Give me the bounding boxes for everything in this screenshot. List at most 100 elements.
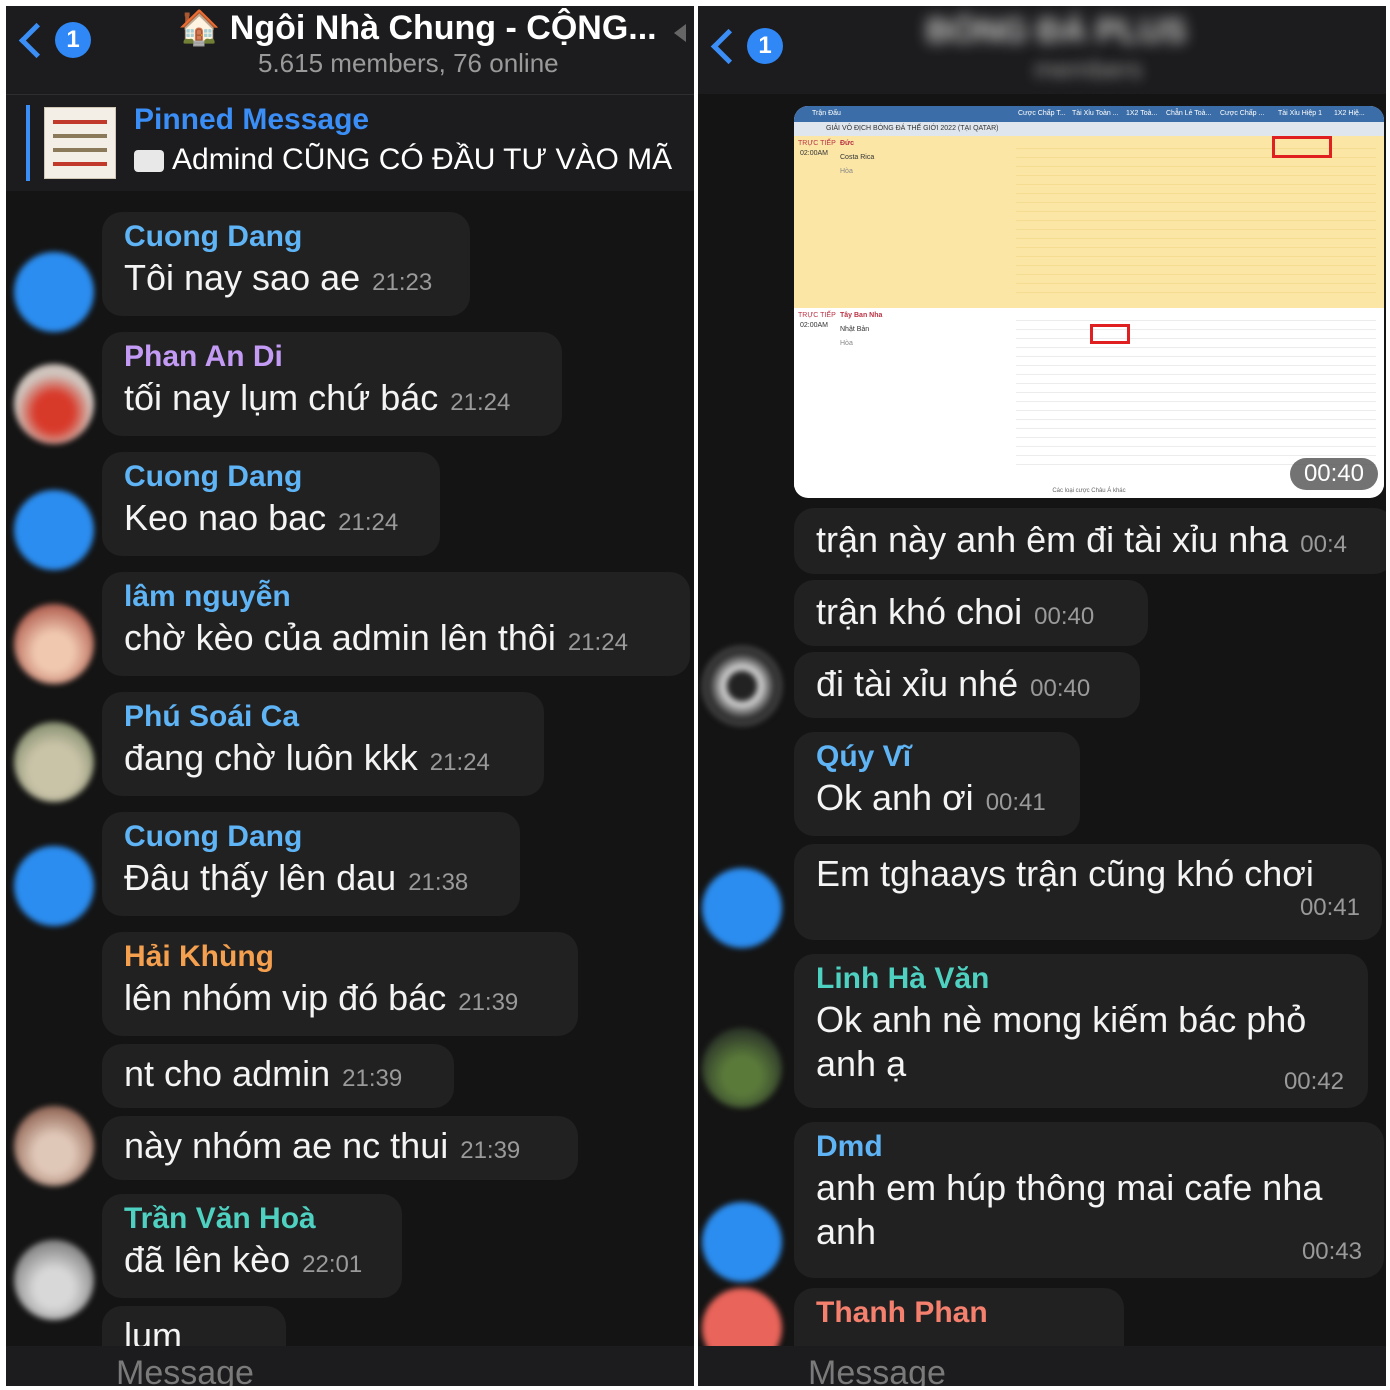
chat-header: 1 🏠 Ngôi Nhà Chung - CỘNG... 5.615 membe… [6,6,694,94]
message-time: 00:40 [1030,675,1091,702]
pinned-indicator [26,105,30,181]
avatar[interactable] [14,364,94,444]
shared-image[interactable]: Trận Đấu Cược Chấp T... Tài Xỉu Toàn ...… [794,106,1384,498]
sender-name[interactable]: lâm nguyễn [124,580,668,614]
chat-header: 1 BÓNG ĐÁ PLUS members [698,6,1386,94]
avatar[interactable] [14,846,94,926]
message-time: 21:39 [458,989,519,1016]
message-text: đi tài xỉu nhé [816,663,1019,704]
message-time: 21:23 [372,269,433,296]
sender-name[interactable]: Cuong Dang [124,460,418,494]
message-time: 21:39 [342,1065,403,1092]
message-time: 00:4 [1300,531,1348,558]
sender-name[interactable]: Phú Soái Ca [124,700,522,734]
message-bubble[interactable]: Hải Khùng lên nhóm vip đó bác 21:39 [102,932,578,1036]
message-input[interactable]: Message [116,1354,254,1386]
chat-subtitle: members [1034,54,1143,84]
unread-badge: 1 [55,22,91,58]
chat-subtitle: 5.615 members, 76 online [258,48,559,78]
pinned-text: Admind CŨNG CÓ ĐẦU TƯ VÀO MÃ [134,143,672,177]
avatar[interactable] [702,1028,782,1108]
avatar[interactable] [702,646,782,726]
sender-name[interactable]: Dmd [816,1130,1362,1164]
chevron-left-icon [710,28,747,64]
message-text: Tôi nay sao ae [124,257,361,298]
message-time: 21:24 [450,389,511,416]
message-time: 21:24 [429,749,490,776]
message-text: này nhóm ae nc thui [124,1125,449,1166]
avatar[interactable] [14,1106,94,1186]
message-text: trận này anh êm đi tài xỉu nha [816,519,1289,560]
message-text: anh em húp thông mai cafe nha anh [816,1167,1323,1252]
message-input[interactable]: Message [808,1354,946,1386]
odds-table-footer: Các loại cược Châu Á khác [1052,488,1126,494]
message-text: đang chờ luôn kkk [124,737,418,778]
message-bubble[interactable]: Cuong Dang Keo nao bac 21:24 [102,452,440,556]
message-text: đã lên kèo [124,1239,291,1280]
message-time: 00:41 [1299,894,1360,921]
message-input-bar[interactable]: Message [6,1346,694,1386]
back-button[interactable]: 1 [18,22,91,58]
message-time: 00:43 [1301,1238,1362,1265]
message-time: 21:39 [460,1137,521,1164]
sender-name[interactable]: Phan An Di [124,340,540,374]
sender-name[interactable]: Linh Hà Văn [816,962,1346,996]
avatar[interactable] [14,252,94,332]
image-time: 00:40 [1289,458,1378,490]
avatar[interactable] [14,490,94,570]
avatar[interactable] [14,604,94,684]
message-bubble[interactable]: Phan An Di tối nay lụm chứ bác 21:24 [102,332,562,436]
sender-name[interactable]: Thanh Phan [816,1296,1102,1330]
avatar[interactable] [702,868,782,948]
pinned-title: Pinned Message [134,103,370,136]
sender-name[interactable]: Cuong Dang [124,220,448,254]
message-text: Keo nao bac [124,497,327,538]
message-bubble[interactable]: Cuong Dang Đâu thấy lên dau 21:38 [102,812,520,916]
message-text: Đâu thấy lên dau [124,857,397,898]
message-text: tối nay lụm chứ bác [124,377,439,418]
avatar[interactable] [702,1202,782,1282]
message-text: Ok anh ơi [816,777,974,818]
back-button[interactable]: 1 [710,28,783,64]
message-bubble[interactable]: Em tghaays trận cũng khó chơi 00:41 [794,844,1382,940]
message-input-bar[interactable]: Message [698,1346,1386,1386]
pinned-thumbnail [44,107,116,179]
pinned-message[interactable]: Pinned Message Admind CŨNG CÓ ĐẦU TƯ VÀO… [6,94,694,191]
message-text: lên nhóm vip đó bác [124,977,447,1018]
avatar[interactable] [14,1240,94,1320]
message-text: Ok anh nè mong kiếm bác phỏ anh ạ [816,999,1307,1084]
message-bubble[interactable]: Cuong Dang Tôi nay sao ae 21:23 [102,212,470,316]
league-row: GIẢI VÔ ĐỊCH BÓNG ĐÁ THẾ GIỚI 2022 (TẠI … [794,122,1384,136]
message-bubble[interactable]: trận này anh êm đi tài xỉu nha 00:4 [794,508,1386,574]
message-bubble[interactable]: nt cho admin 21:39 [102,1044,454,1108]
camera-icon [134,150,164,173]
message-time: 00:42 [1283,1068,1344,1095]
message-time: 00:41 [985,789,1046,816]
message-text: Em tghaays trận cũng khó chơi [816,853,1314,894]
message-bubble[interactable]: trận khó choi 00:40 [794,580,1148,646]
message-bubble[interactable]: đi tài xỉu nhé 00:40 [794,652,1140,718]
sender-name[interactable]: Hải Khùng [124,940,556,974]
message-bubble[interactable]: lâm nguyễn chờ kèo của admin lên thôi 21:… [102,572,690,676]
left-chat-panel: 1 🏠 Ngôi Nhà Chung - CỘNG... 5.615 membe… [6,6,694,1386]
message-bubble[interactable]: này nhóm ae nc thui 21:39 [102,1116,578,1180]
sender-name[interactable]: Trần Văn Hoà [124,1202,380,1236]
message-bubble[interactable]: Trần Văn Hoà đã lên kèo 22:01 [102,1194,402,1298]
right-chat-panel: 1 BÓNG ĐÁ PLUS members Trận Đấu Cược Chấ… [698,6,1386,1386]
sender-name[interactable]: Qúy Vĩ [816,740,1058,774]
message-text: nt cho admin [124,1053,331,1094]
message-bubble[interactable]: Phú Soái Ca đang chờ luôn kkk 21:24 [102,692,544,796]
chevron-left-icon [18,22,55,58]
message-bubble[interactable]: Qúy Vĩ Ok anh ơi 00:41 [794,732,1080,836]
chat-title[interactable]: 🏠 Ngôi Nhà Chung - CỘNG... [178,8,657,48]
message-bubble[interactable]: Linh Hà Văn Ok anh nè mong kiếm bác phỏ … [794,954,1368,1108]
avatar[interactable] [14,722,94,802]
message-time: 21:24 [338,509,399,536]
sender-name[interactable]: Cuong Dang [124,820,498,854]
message-time: 21:38 [408,869,469,896]
message-time: 21:24 [567,629,628,656]
message-text: chờ kèo của admin lên thôi [124,617,556,658]
message-bubble[interactable]: Dmd anh em húp thông mai cafe nha anh 00… [794,1122,1384,1278]
match-row-1: TRỰC TIẾP 02:00AM Đức Costa Rica Hòa [794,136,1384,308]
chat-title[interactable]: BÓNG ĐÁ PLUS [926,12,1187,51]
